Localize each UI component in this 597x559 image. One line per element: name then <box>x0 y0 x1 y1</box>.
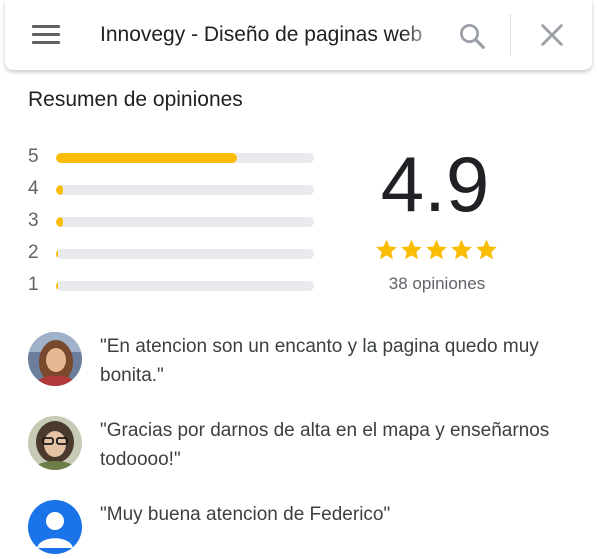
rating-bar-fill <box>56 281 59 291</box>
review-count-link[interactable]: 38 opiniones <box>362 274 512 294</box>
rating-row-2[interactable]: 2 <box>28 239 318 271</box>
rating-row-label: 3 <box>28 210 39 231</box>
user-photo-avatar <box>28 332 82 386</box>
rating-row-1[interactable]: 1 <box>28 271 318 303</box>
rating-row-label: 1 <box>28 274 39 295</box>
reviews-panel: Resumen de opiniones 5 4 3 2 1 4.9 38 op… <box>0 0 597 559</box>
review-text: "Gracias por darnos de alta en el mapa y… <box>100 420 550 470</box>
rating-bar-track <box>56 249 314 259</box>
rating-bar-fill <box>56 185 64 195</box>
rating-bar-track <box>56 281 314 291</box>
rating-row-label: 5 <box>28 146 39 167</box>
menu-icon[interactable] <box>32 23 60 47</box>
rating-bar-fill <box>56 217 64 227</box>
rating-bar-fill <box>56 249 59 259</box>
review-text: "Muy buena atencion de Federico" <box>100 504 391 525</box>
star-icon <box>426 239 447 260</box>
rating-bar-track <box>56 153 314 163</box>
star-icon <box>476 239 497 260</box>
search-input[interactable] <box>100 18 440 52</box>
search-icon[interactable] <box>457 21 487 51</box>
rating-row-5[interactable]: 5 <box>28 143 318 175</box>
rating-row-4[interactable]: 4 <box>28 175 318 207</box>
rating-bar-track <box>56 217 314 227</box>
rating-row-label: 4 <box>28 178 39 199</box>
search-bar <box>5 0 592 70</box>
star-icon <box>401 239 422 260</box>
rating-row-3[interactable]: 3 <box>28 207 318 239</box>
star-rating <box>374 237 500 263</box>
search-divider <box>510 14 511 56</box>
star-icon <box>451 239 472 260</box>
rating-row-label: 2 <box>28 242 39 263</box>
rating-bar-track <box>56 185 314 195</box>
close-icon[interactable] <box>538 21 566 49</box>
review-text: "En atencion son un encanto y la pagina … <box>100 336 539 386</box>
rating-bar-fill <box>56 153 237 163</box>
star-icon <box>376 239 397 260</box>
average-rating: 4.9 <box>380 140 490 228</box>
section-title: Resumen de opiniones <box>28 88 243 111</box>
rating-distribution: 5 4 3 2 1 <box>28 143 318 303</box>
user-photo-avatar <box>28 416 82 470</box>
default-user-avatar-icon <box>28 500 82 554</box>
